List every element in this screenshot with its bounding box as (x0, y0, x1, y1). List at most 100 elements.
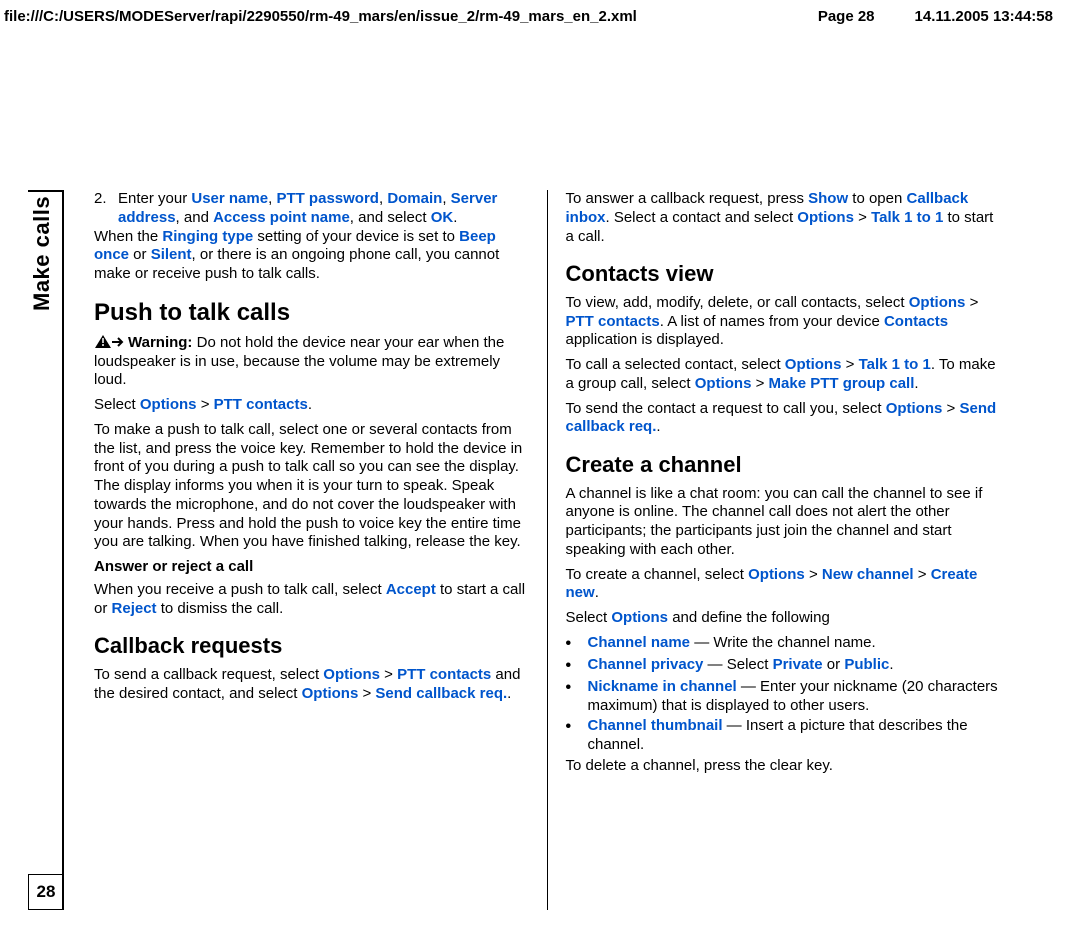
paragraph: To send the contact a request to call yo… (566, 400, 1001, 438)
term-domain: Domain (387, 190, 442, 207)
paragraph: Select Options and define the following (566, 609, 1001, 628)
heading-contacts-view: Contacts view (566, 260, 1001, 288)
term-options: Options (886, 400, 943, 417)
heading-callback-requests: Callback requests (94, 632, 529, 660)
paragraph: When the Ringing type setting of your de… (94, 228, 529, 284)
page-indicator: Page 28 (818, 8, 875, 27)
term-channel-name: Channel name (588, 634, 691, 651)
text: setting of your device is set to (253, 228, 459, 245)
term-silent: Silent (151, 246, 192, 263)
heading-ptt-calls: Push to talk calls (94, 298, 529, 328)
paragraph: To answer a callback request, press Show… (566, 190, 1001, 246)
text: To send the contact a request to call yo… (566, 400, 886, 417)
text: . (507, 685, 511, 702)
text: , (442, 190, 450, 207)
term-options: Options (323, 666, 380, 683)
paragraph: To send a callback request, select Optio… (94, 666, 529, 704)
text: Select (94, 396, 140, 413)
term-options: Options (140, 396, 197, 413)
term-ptt-contacts: PTT contacts (397, 666, 491, 683)
text: to open (848, 190, 906, 207)
text: To send a callback request, select (94, 666, 323, 683)
term-options: Options (748, 566, 805, 583)
list-item: Channel thumbnail — Insert a picture tha… (566, 717, 1001, 755)
text: application is displayed. (566, 331, 724, 348)
text: . (308, 396, 312, 413)
text: Enter your (118, 190, 191, 207)
text: To answer a callback request, press (566, 190, 809, 207)
text: to dismiss the call. (157, 600, 284, 617)
text: . A list of names from your device (660, 313, 884, 330)
text: , and (176, 209, 214, 226)
warning-paragraph: Warning: Do not hold the device near you… (94, 334, 529, 390)
term-public: Public (844, 656, 889, 673)
list-item: Channel privacy — Select Private or Publ… (566, 656, 1001, 676)
term-ptt-password: PTT password (276, 190, 379, 207)
text: — Write the channel name. (690, 634, 876, 651)
term-contacts: Contacts (884, 313, 948, 330)
term-new-channel: New channel (822, 566, 914, 583)
term-apn: Access point name (213, 209, 350, 226)
term-channel-privacy: Channel privacy (588, 656, 704, 673)
file-path: file:///C:/USERS/MODEServer/rapi/2290550… (4, 8, 637, 27)
paragraph: To view, add, modify, delete, or call co… (566, 294, 1001, 350)
step-number: 2. (94, 190, 118, 228)
text: . Select a contact and select (606, 209, 798, 226)
paragraph: A channel is like a chat room: you can c… (566, 485, 1001, 560)
term-nickname-in-channel: Nickname in channel (588, 678, 737, 695)
term-options: Options (695, 375, 752, 392)
list-item: Nickname in channel — Enter your nicknam… (566, 678, 1001, 716)
text: . (914, 375, 918, 392)
term-channel-thumbnail: Channel thumbnail (588, 717, 723, 734)
warning-label: Warning: (128, 334, 197, 351)
term-ok: OK (431, 209, 454, 226)
text: . (595, 584, 599, 601)
print-timestamp: 14.11.2005 13:44:58 (915, 8, 1053, 27)
term-private: Private (773, 656, 823, 673)
text: and define the following (668, 609, 830, 626)
text: To call a selected contact, select (566, 356, 785, 373)
term-ptt-contacts: PTT contacts (214, 396, 308, 413)
section-tab: Make calls (28, 190, 64, 910)
term-options: Options (909, 294, 966, 311)
left-column: 2. Enter your User name, PTT password, D… (94, 190, 548, 910)
term-user-name: User name (191, 190, 268, 207)
text: > (942, 400, 959, 417)
term-talk-1-to-1: Talk 1 to 1 (871, 209, 943, 226)
term-ptt-contacts: PTT contacts (566, 313, 660, 330)
paragraph: To make a push to talk call, select one … (94, 421, 529, 552)
term-options: Options (785, 356, 842, 373)
text: > (965, 294, 978, 311)
text: > (854, 209, 871, 226)
paragraph: To call a selected contact, select Optio… (566, 356, 1001, 394)
paragraph: Select Options > PTT contacts. (94, 396, 529, 415)
text: . (889, 656, 893, 673)
term-accept: Accept (386, 581, 436, 598)
text: , and select (350, 209, 431, 226)
print-header: file:///C:/USERS/MODEServer/rapi/2290550… (0, 0, 1065, 31)
paragraph: To delete a channel, press the clear key… (566, 757, 1001, 776)
term-reject: Reject (112, 600, 157, 617)
term-options: Options (302, 685, 359, 702)
warning-icon (94, 334, 124, 352)
text: or (823, 656, 845, 673)
text: When you receive a push to talk call, se… (94, 581, 386, 598)
text: > (914, 566, 931, 583)
text: Select (566, 609, 612, 626)
term-send-callback-req: Send callback req. (375, 685, 507, 702)
term-options: Options (797, 209, 854, 226)
text: When the (94, 228, 162, 245)
term-show: Show (808, 190, 848, 207)
page-content: Make calls 2. Enter your User name, PTT … (28, 190, 1008, 910)
term-options: Options (611, 609, 668, 626)
paragraph: When you receive a push to talk call, se… (94, 581, 529, 619)
text: > (358, 685, 375, 702)
text: > (380, 666, 397, 683)
text: > (841, 356, 858, 373)
page-number-box: 28 (28, 874, 64, 910)
text: > (805, 566, 822, 583)
text: To create a channel, select (566, 566, 749, 583)
term-talk-1-to-1: Talk 1 to 1 (859, 356, 931, 373)
page-number: 28 (37, 881, 56, 902)
text: To view, add, modify, delete, or call co… (566, 294, 909, 311)
